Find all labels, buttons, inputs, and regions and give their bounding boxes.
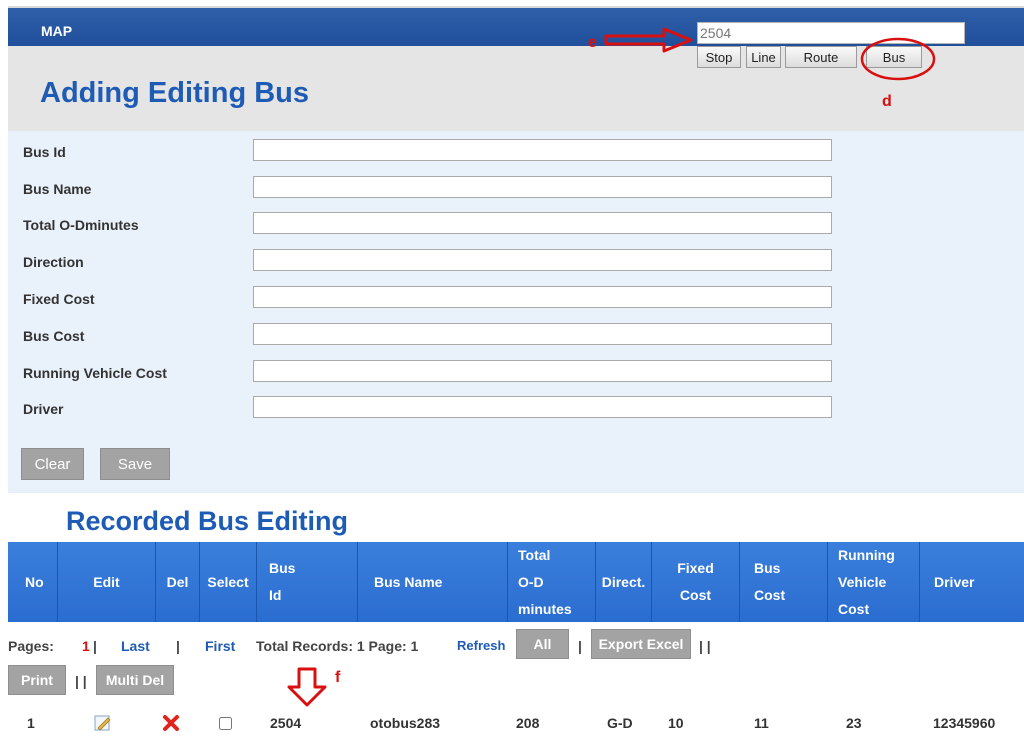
bus-id-field[interactable] xyxy=(253,139,832,161)
column-header-select[interactable]: Select xyxy=(200,542,257,622)
column-header-driver[interactable]: Driver xyxy=(920,542,1024,622)
cell-direct: G-D xyxy=(607,715,633,731)
print-button[interactable]: Print xyxy=(8,665,66,695)
column-header-fixed-cost[interactable]: Fixed Cost xyxy=(652,542,740,622)
column-header-no[interactable]: No xyxy=(8,542,58,622)
pager-separator: | | xyxy=(699,638,711,654)
column-header-bus-name[interactable]: Bus Name xyxy=(358,542,508,622)
table-header: No Edit Del Select Bus Id Bus Name Total… xyxy=(8,542,1024,622)
pager-separator: | xyxy=(93,638,97,654)
pager-separator: | | xyxy=(75,673,87,689)
table-title: Recorded Bus Editing xyxy=(66,506,349,536)
down-arrow-icon xyxy=(287,667,327,707)
cell-fixed-cost: 10 xyxy=(668,715,684,731)
cell-running-cost: 23 xyxy=(846,715,862,731)
bus-name-field[interactable] xyxy=(253,176,832,198)
pager-separator: | xyxy=(176,638,180,654)
right-arrow-icon xyxy=(604,27,693,53)
fixed-cost-field[interactable] xyxy=(253,286,832,308)
column-header-del[interactable]: Del xyxy=(156,542,200,622)
fixed-cost-label: Fixed Cost xyxy=(23,291,95,307)
map-label[interactable]: MAP xyxy=(41,23,72,39)
multi-del-button[interactable]: Multi Del xyxy=(96,665,174,695)
annotation-d: d xyxy=(882,93,892,110)
line-button[interactable]: Line xyxy=(746,46,781,68)
direction-field[interactable] xyxy=(253,249,832,271)
annotation-f: f xyxy=(335,669,341,686)
cell-bus-id: 2504 xyxy=(270,715,302,731)
running-vehicle-cost-field[interactable] xyxy=(253,360,832,382)
refresh-link[interactable]: Refresh xyxy=(457,638,505,653)
total-od-label: Total O-Dminutes xyxy=(23,217,139,233)
pager-separator: | xyxy=(578,638,582,654)
last-page-link[interactable]: Last xyxy=(121,638,150,654)
cell-driver: 12345960 xyxy=(933,715,996,731)
driver-field[interactable] xyxy=(253,396,832,418)
cell-total-od: 208 xyxy=(516,715,540,731)
select-checkbox[interactable] xyxy=(219,703,232,743)
total-records-text: Total Records: 1 Page: 1 xyxy=(256,638,419,654)
direction-label: Direction xyxy=(23,254,84,270)
total-od-field[interactable] xyxy=(253,212,832,234)
cell-bus-cost: 11 xyxy=(754,715,769,731)
driver-label: Driver xyxy=(23,401,64,417)
edit-icon[interactable] xyxy=(93,703,113,743)
annotation-e: e xyxy=(588,34,597,51)
stop-button[interactable]: Stop xyxy=(697,46,741,68)
highlight-circle-icon xyxy=(860,37,936,81)
cell-bus-name: otobus283 xyxy=(370,715,441,731)
current-page-link[interactable]: 1 xyxy=(82,638,90,654)
bus-cost-label: Bus Cost xyxy=(23,328,85,344)
running-vehicle-cost-label: Running Vehicle Cost xyxy=(23,365,167,381)
clear-button[interactable]: Clear xyxy=(21,448,84,480)
column-header-running-vehicle-cost[interactable]: Running Vehicle Cost xyxy=(828,542,920,622)
column-header-bus-cost[interactable]: Bus Cost xyxy=(740,542,828,622)
bus-cost-field[interactable] xyxy=(253,323,832,345)
column-header-direct[interactable]: Direct. xyxy=(596,542,652,622)
first-page-link[interactable]: First xyxy=(205,638,235,654)
save-button[interactable]: Save xyxy=(100,448,170,480)
bus-name-label: Bus Name xyxy=(23,181,92,197)
export-excel-button[interactable]: Export Excel xyxy=(591,629,691,659)
cell-no: 1 xyxy=(27,715,35,731)
all-button[interactable]: All xyxy=(516,629,569,659)
page-title: Adding Editing Bus xyxy=(40,77,310,109)
column-header-bus-id[interactable]: Bus Id xyxy=(257,542,358,622)
column-header-total-od[interactable]: Total O-D minutes xyxy=(508,542,596,622)
bus-id-label: Bus Id xyxy=(23,144,66,160)
route-button[interactable]: Route xyxy=(785,46,857,68)
pages-label: Pages: xyxy=(8,638,54,654)
delete-x-icon[interactable] xyxy=(162,703,180,743)
column-header-edit[interactable]: Edit xyxy=(58,542,156,622)
